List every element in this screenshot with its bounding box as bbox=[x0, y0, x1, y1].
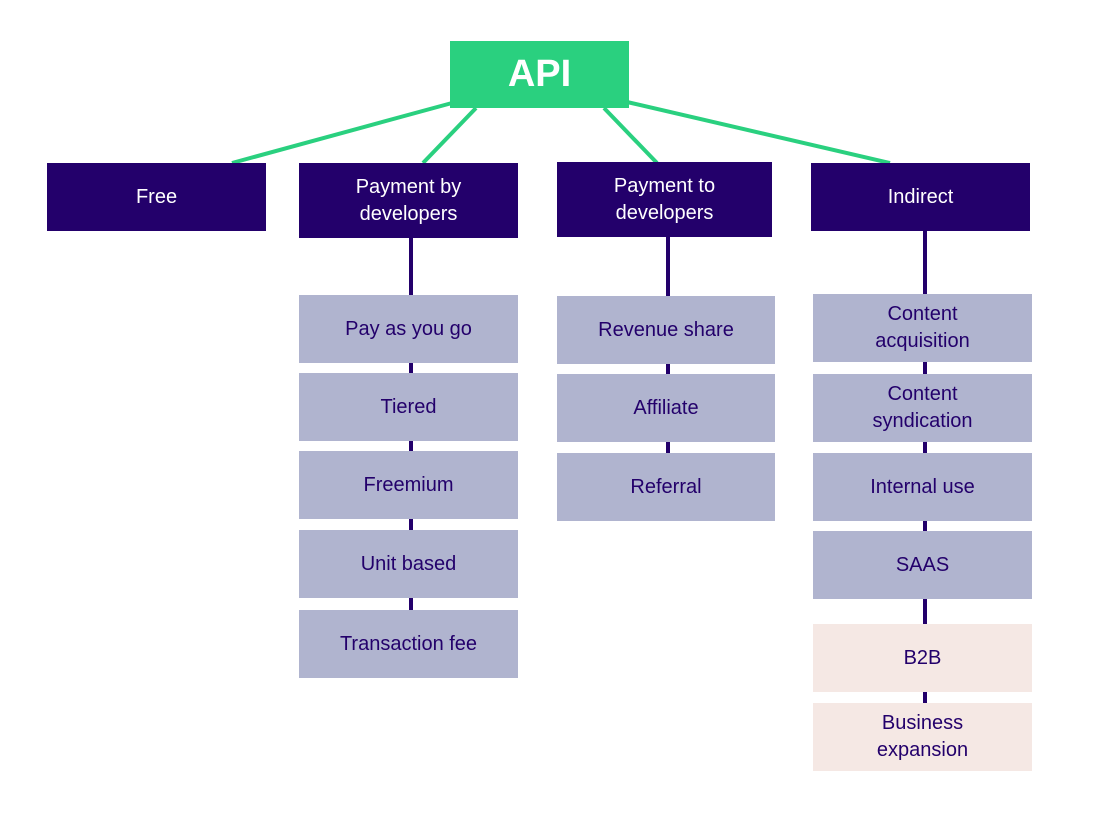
model-b2b: B2B bbox=[813, 624, 1032, 692]
model-freemium: Freemium bbox=[299, 451, 518, 519]
api-business-model-diagram: API Free Payment by developers Payment t… bbox=[0, 0, 1100, 820]
model-referral: Referral bbox=[557, 453, 775, 521]
model-content-syndication: Content syndication bbox=[813, 374, 1032, 442]
connector-api-indirect bbox=[626, 100, 891, 165]
model-affiliate: Affiliate bbox=[557, 374, 775, 442]
category-free: Free bbox=[47, 163, 266, 231]
model-transaction-fee: Transaction fee bbox=[299, 610, 518, 678]
model-unit-based: Unit based bbox=[299, 530, 518, 598]
api-node: API bbox=[450, 41, 629, 108]
connector-api-payment-by bbox=[421, 106, 478, 165]
model-saas: SAAS bbox=[813, 531, 1032, 599]
category-indirect: Indirect bbox=[811, 163, 1030, 231]
model-revenue-share: Revenue share bbox=[557, 296, 775, 364]
model-internal-use: Internal use bbox=[813, 453, 1032, 521]
category-payment-to-developers: Payment to developers bbox=[557, 162, 772, 237]
model-tiered: Tiered bbox=[299, 373, 518, 441]
model-business-expansion: Business expansion bbox=[813, 703, 1032, 771]
category-payment-by-developers: Payment by developers bbox=[299, 163, 518, 238]
connector-api-free bbox=[231, 101, 453, 165]
connector-api-payment-to bbox=[602, 106, 659, 165]
model-content-acquisition: Content acquisition bbox=[813, 294, 1032, 362]
model-pay-as-you-go: Pay as you go bbox=[299, 295, 518, 363]
